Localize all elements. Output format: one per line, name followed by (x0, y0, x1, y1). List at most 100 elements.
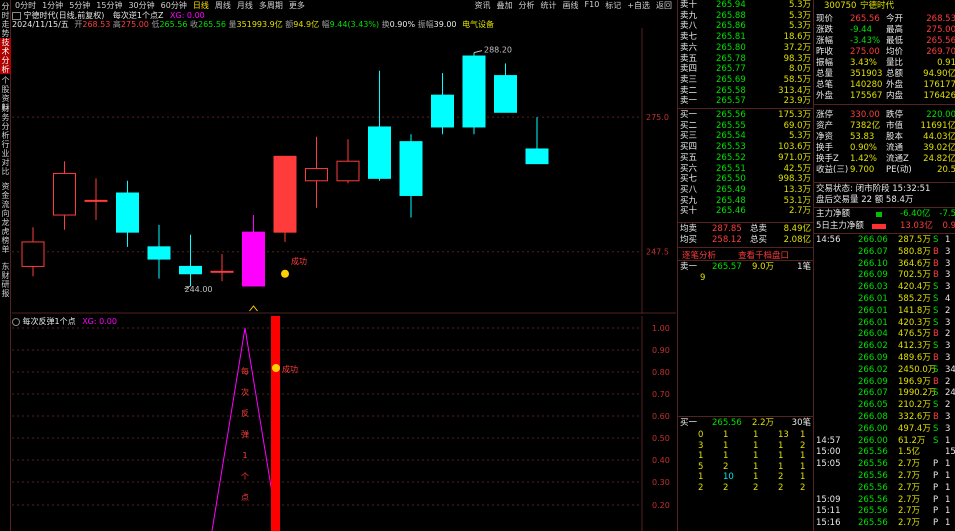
tick-row: 266.01 420.3万 S 3 (858, 317, 951, 328)
menu-button-4[interactable]: 画线 (560, 0, 582, 11)
panel-divider (814, 233, 955, 234)
indicator-level-label: 0.40 (652, 456, 670, 465)
trade-status: 交易状态: 闭市阶段 15:32:51 (816, 184, 931, 194)
indicator-chart[interactable]: 1.00 0.90 0.80 0.70 0.60 0.50 0.40 0.30 0.20 成功 每次… (12, 316, 676, 531)
tick-row: 15:05 265.56 2.7万 P 1 (816, 459, 951, 470)
order-book-panel: 卖十 265.94 5.3万 卖九 265.88 5.3万 卖八 265.86 5.3万 卖七 26… (677, 0, 813, 531)
candlestick-chart[interactable]: 275.0 247.5 288.20 244.00 成功 (12, 28, 676, 314)
vertical-text-char: 每 (241, 366, 249, 376)
left-tab-0[interactable]: 分时走势 (0, 2, 11, 38)
left-tab-6[interactable]: 龙虎榜单 (0, 218, 11, 260)
period-button-3[interactable]: 15分钟 (93, 0, 125, 11)
candle-body[interactable] (525, 148, 549, 165)
menu-button-0[interactable]: 资讯 (472, 0, 494, 11)
main-net-row: 主力净额 -6.40亿 -7.5 (816, 209, 955, 219)
bid-row: 买七 265.50 998.3万 (680, 174, 811, 185)
success-label: 成功 (291, 256, 307, 266)
net-flow-bar (876, 212, 882, 217)
bid-row: 买一 265.56 175.3万 (680, 110, 811, 120)
period-button-6[interactable]: 日线 (190, 0, 212, 11)
period-button-10[interactable]: 更多 (286, 0, 308, 11)
period-button-5[interactable]: 60分钟 (158, 0, 190, 11)
candle-body[interactable] (84, 199, 108, 202)
stock-title: 300750 宁德时代 (824, 1, 895, 11)
ask-row: 卖七 265.81 18.6万 (680, 32, 811, 43)
bid-row: 买四 265.53 103.6万 (680, 142, 811, 153)
tick-row: 266.02 2450.0万 S 34 (858, 364, 955, 375)
indicator-level-label: 0.30 (652, 478, 670, 487)
period-button-9[interactable]: 多周期 (256, 0, 286, 11)
tick-row: 15:09 265.56 2.7万 P 1 (816, 494, 951, 505)
price-axis-label: 275.0 (646, 113, 669, 122)
low-annotation: 244.00 (185, 285, 213, 294)
ask1-queue: 9 (700, 273, 706, 283)
candle-body[interactable] (431, 94, 454, 128)
ask-row: 卖五 265.78 98.3万 (680, 53, 811, 64)
ask-row: 卖九 265.88 5.3万 (680, 10, 811, 21)
bid-row: 买九 265.48 53.1万 (680, 195, 811, 206)
avg-sell-row: 均卖 287.85 总卖 8.49亿 (680, 224, 811, 234)
bid-queue-row: 1 10 1 2 1 (698, 472, 806, 482)
candle-body[interactable] (305, 168, 328, 182)
candle-body[interactable] (462, 55, 486, 128)
candle-body[interactable] (147, 246, 171, 260)
left-tab-2[interactable]: 个股资料 (0, 76, 11, 112)
period-button-7[interactable]: 周线 (212, 0, 234, 11)
left-tab-bar: 分时走势 技术分析个股资料 财务分析 行业对比资金流向 龙虎榜单东财研报 (0, 0, 11, 531)
menu-button-3[interactable]: 统计 (538, 0, 560, 11)
period-button-2[interactable]: 5分钟 (66, 0, 93, 11)
period-button-8[interactable]: 月线 (234, 0, 256, 11)
indicator-level-label: 1.00 (652, 324, 670, 333)
candle-body[interactable] (336, 160, 360, 182)
bid1-detail: 买一 265.56 2.2万 30笔 (680, 418, 811, 428)
ask-row: 卖三 265.69 58.5万 (680, 74, 811, 85)
menu-button-1[interactable]: 叠加 (494, 0, 516, 11)
quote-field-row: 收益(三) 9.700 PE(动) 20.5 (816, 165, 955, 175)
chart-settings-icon[interactable] (12, 11, 21, 20)
left-tab-4[interactable]: 行业对比 (0, 140, 11, 180)
bid-queue-row: 22222 (698, 482, 806, 493)
candle-body[interactable] (210, 270, 234, 273)
ask-row: 卖八 265.86 5.3万 (680, 21, 811, 32)
period-button-0[interactable]: 0分时 (12, 0, 39, 11)
menu-button-8[interactable]: 返回 (653, 0, 675, 11)
candle-body[interactable] (116, 192, 139, 233)
indicator-level-label: 0.60 (652, 412, 670, 421)
period-button-4[interactable]: 30分钟 (125, 0, 157, 11)
bid-queue-row: 31112 (698, 440, 806, 451)
tick-row: 266.00 497.4万 S 3 (858, 423, 951, 434)
candle-body[interactable] (53, 172, 76, 216)
left-tab-5[interactable]: 资金流向 (0, 182, 11, 218)
ask-row: 卖四 265.77 8.0万 (680, 64, 811, 75)
period-button-1[interactable]: 1分钟 (39, 0, 66, 11)
buy-arrow-icon (249, 305, 258, 312)
left-tab-7[interactable]: 东财研报 (0, 262, 11, 298)
menu-button-2[interactable]: 分析 (516, 0, 538, 11)
candle-body[interactable] (21, 241, 45, 267)
left-tab-3[interactable]: 财务分析 (0, 104, 11, 140)
candle-body[interactable] (368, 126, 391, 179)
candle-body[interactable] (242, 231, 265, 287)
quote-field-row: 总笔 140280 外盘 176177 (816, 80, 955, 90)
quote-field-row: 昨收 275.00 均价 269.70 (816, 47, 955, 57)
bid-queue-row: 0 1 1 13 1 (698, 430, 806, 440)
candle-body[interactable] (179, 265, 202, 275)
candle-body[interactable] (494, 75, 517, 113)
candle-body[interactable] (399, 141, 423, 196)
left-tab-1[interactable]: 技术分析 (0, 38, 11, 74)
indicator-name[interactable]: 每次逆1个点Z (113, 11, 164, 20)
candle-body[interactable] (273, 155, 297, 233)
menu-button-6[interactable]: 标记 (602, 0, 624, 11)
bid-row: 买六 265.51 42.5万 (680, 163, 811, 174)
bid-row: 买八 265.49 13.3万 (680, 184, 811, 195)
success-label: 成功 (282, 364, 298, 374)
book-divider (678, 416, 813, 417)
indicator-level-label: 0.80 (652, 368, 670, 377)
indicator-level-label: 0.20 (652, 501, 670, 510)
tick-row: 266.09 702.5万 B 3 (858, 270, 951, 281)
menu-button-7[interactable]: +自选 (624, 0, 653, 11)
tick-row: 15:16 265.56 2.7万 P 1 (816, 518, 951, 529)
vertical-text-char: 反 (241, 408, 249, 418)
menu-button-5[interactable]: F10 (582, 0, 603, 11)
quote-field-row: 涨跌 -9.44 最高 275.00 (816, 25, 955, 35)
